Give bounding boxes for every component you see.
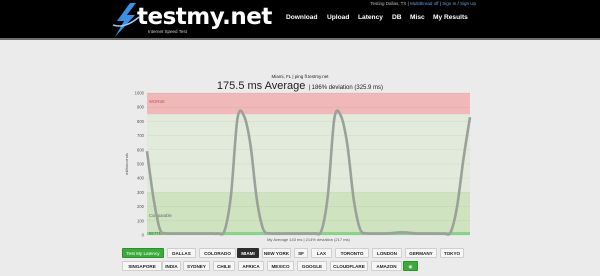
server-button-tokyo[interactable]: TOKYO [440, 248, 464, 258]
server-button-dallas[interactable]: DALLAS [167, 248, 196, 258]
server-button-miami[interactable]: MIAMI [237, 248, 259, 258]
server-button-africa[interactable]: AFRICA [238, 261, 264, 271]
server-button-amazon[interactable]: AMAZON [371, 261, 402, 271]
chart-band-1 [147, 93, 470, 115]
server-button-sydney[interactable]: SYDNEY [183, 261, 210, 271]
y-tick-label: 800 [137, 119, 145, 124]
server-button-germany[interactable]: GERMANY [405, 248, 437, 258]
y-tick-label: 700 [137, 133, 145, 138]
chart-band-3 [147, 192, 470, 235]
y-axis-label: milliseconds [124, 153, 129, 175]
server-button-sf[interactable]: SF [294, 248, 308, 258]
y-tick-label: 900 [137, 105, 145, 110]
y-tick-label: 100 [137, 218, 145, 223]
band-label: Comparable [149, 213, 172, 218]
test-my-latency-button[interactable]: Test My Latency [122, 248, 164, 258]
server-button-new-york[interactable]: NEW YORK [262, 248, 291, 258]
share-toggle-icon[interactable]: ◉ [403, 261, 418, 271]
y-tick-label: 600 [137, 147, 145, 152]
latency-chart: WORSEComparableBETTER0100200300400500600… [124, 91, 472, 242]
y-tick-label: 300 [137, 190, 145, 195]
chart-footer: My Average 143 ms | 214% deviation (217 … [267, 237, 350, 242]
server-button-lax[interactable]: LAX [311, 248, 332, 258]
y-tick-label: 0 [142, 233, 145, 238]
server-button-colorado[interactable]: COLORADO [199, 248, 236, 258]
server-button-india[interactable]: INDIA [162, 261, 181, 271]
band-label: WORSE [149, 99, 165, 104]
y-tick-label: 400 [137, 176, 145, 181]
chart-band-2 [147, 114, 470, 193]
server-button-mexico[interactable]: MEXICO [267, 261, 294, 271]
server-button-london[interactable]: LONDON [372, 248, 402, 258]
y-tick-label: 200 [137, 204, 145, 209]
y-tick-label: 500 [137, 162, 145, 167]
server-button-singapore[interactable]: SINGAPORE [122, 261, 162, 271]
server-button-chile[interactable]: CHILE [213, 261, 235, 271]
server-button-google[interactable]: GOOGLE [297, 261, 327, 271]
server-button-toronto[interactable]: TORONTO [335, 248, 369, 258]
server-button-cloudflare[interactable]: CLOUDFLARE [330, 261, 368, 271]
y-tick-label: 1000 [135, 91, 145, 96]
